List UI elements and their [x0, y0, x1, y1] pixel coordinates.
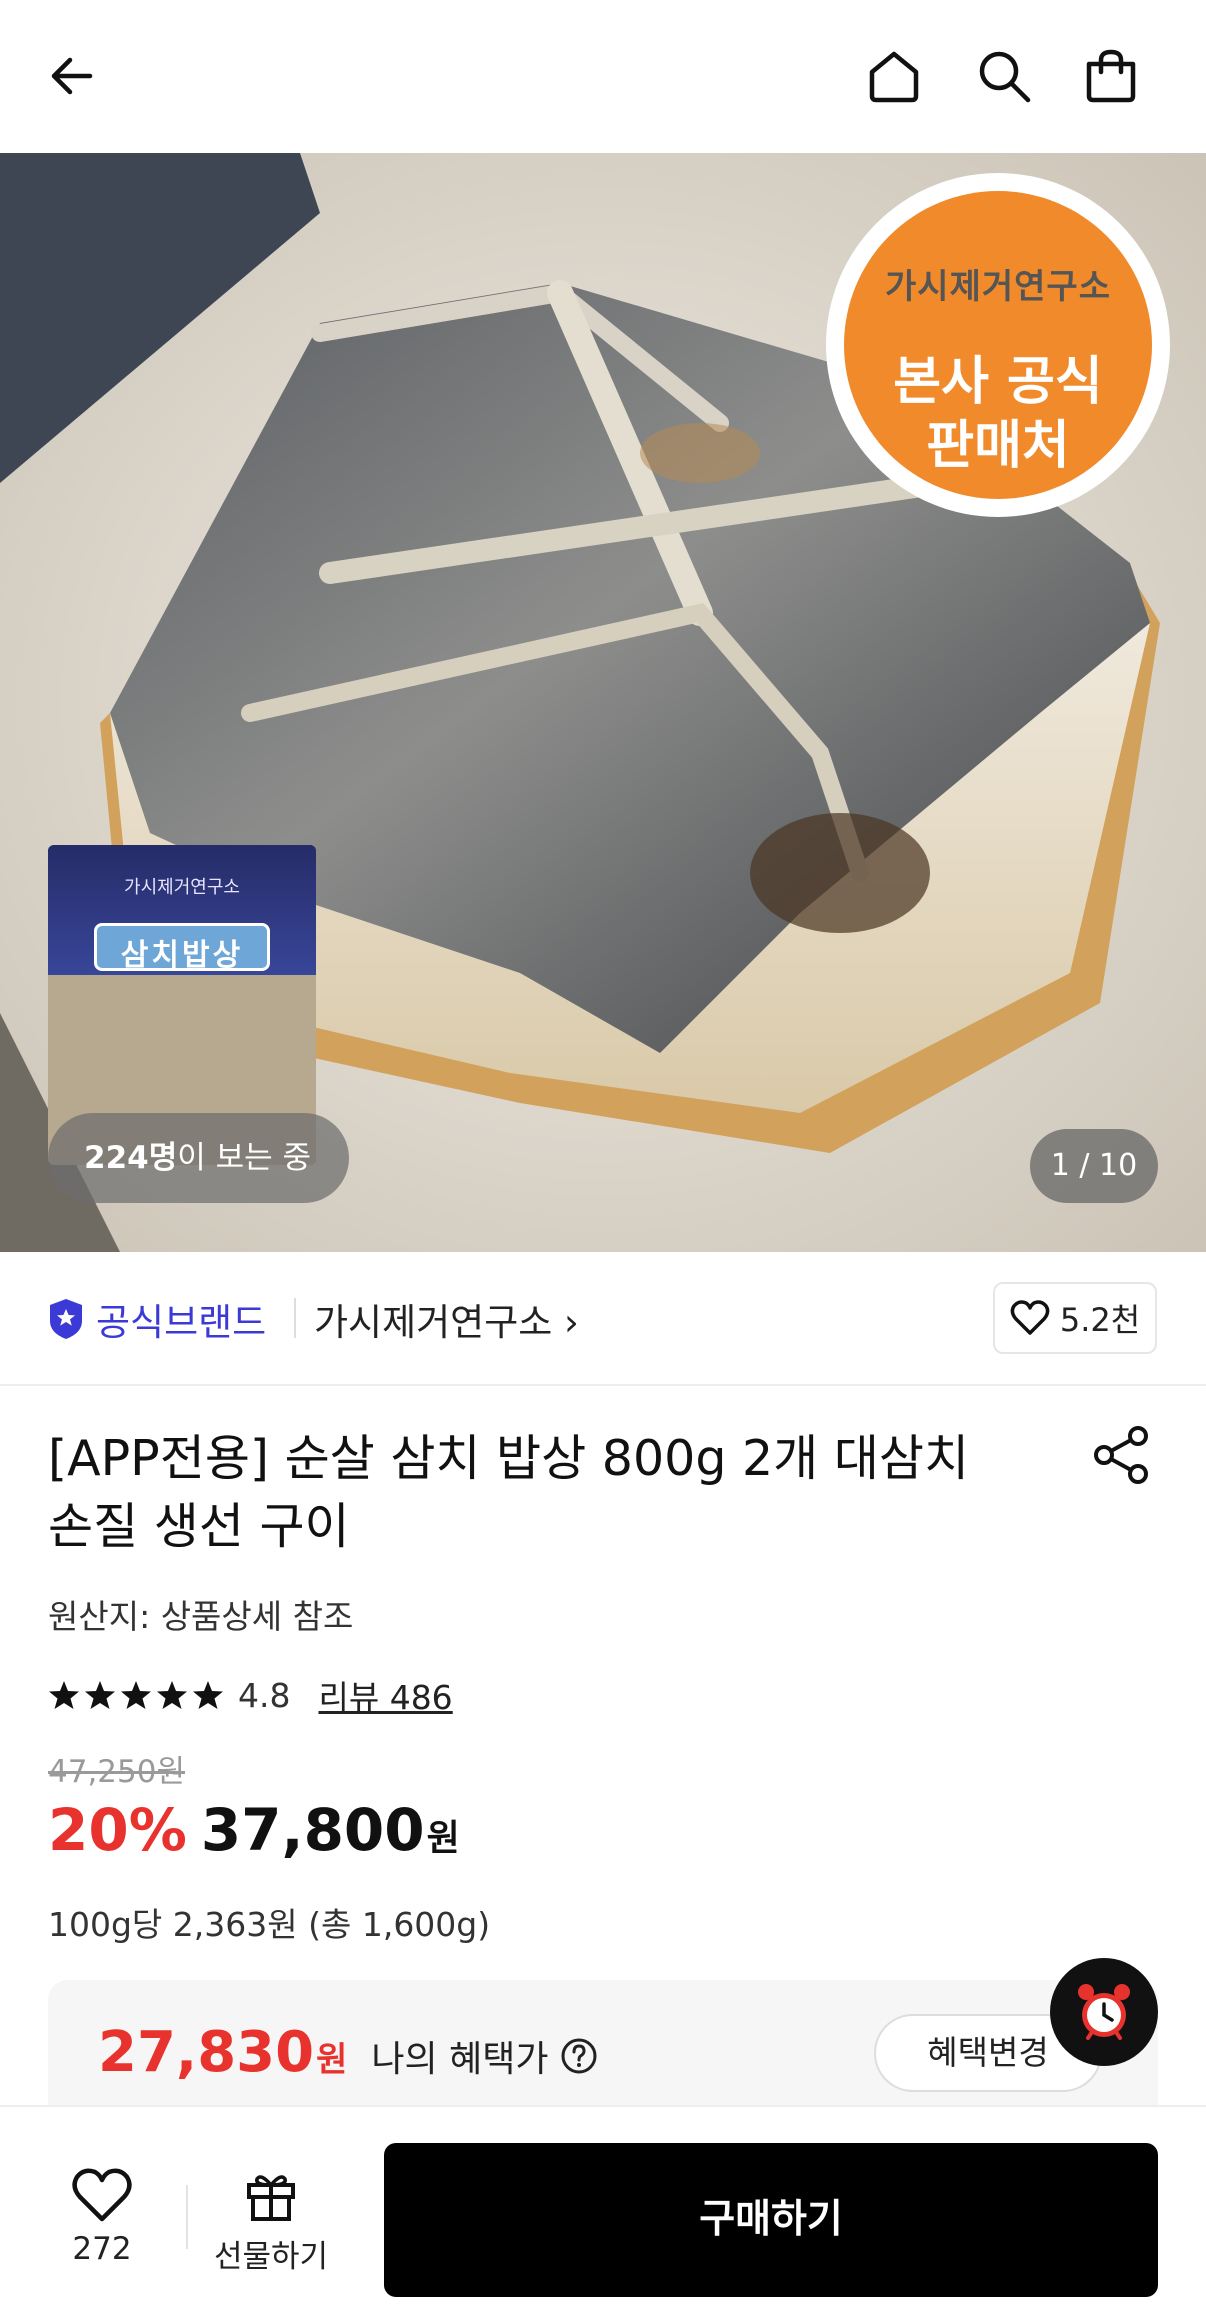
badge-brand-text: 가시제거연구소	[885, 267, 1111, 307]
official-badge-icon	[50, 1299, 82, 1339]
top-navigation-bar	[0, 0, 1206, 153]
price-currency: 원	[426, 1818, 460, 1859]
buy-button[interactable]: 구매하기	[384, 2143, 1158, 2297]
official-seller-badge: 가시제거연구소 본사 공식 판매처	[826, 173, 1170, 527]
viewers-suffix: 이 보는 중	[177, 1140, 312, 1176]
bottom-action-bar: 272 선물하기 구매하기	[0, 2105, 1206, 2307]
product-title: [APP전용] 순살 삼치 밥상 800g 2개 대삼치 손질 생선 구이	[48, 1430, 970, 1555]
divider	[186, 2185, 188, 2249]
divider	[294, 1298, 296, 1338]
brand-row: 공식브랜드 가시제거연구소 › 5.2천	[0, 1252, 1206, 1386]
search-button[interactable]	[964, 36, 1044, 116]
viewers-count: 224명	[84, 1140, 178, 1176]
benefit-price-row: 27,830 원 나의 혜택가	[98, 2020, 598, 2085]
cart-button[interactable]	[1071, 36, 1151, 116]
benefit-price: 27,830	[98, 2020, 315, 2085]
gift-icon	[247, 2175, 295, 2221]
product-image-carousel[interactable]: 가시제거연구소 본사 공식 판매처 가시제거연구소 삼치밥상 224명이 보는 …	[0, 153, 1206, 1252]
star-icon	[157, 1681, 187, 1709]
gift-label: 선물하기	[213, 2239, 329, 2275]
alarm-floating-button[interactable]	[1050, 1958, 1158, 2066]
back-button[interactable]	[32, 36, 112, 116]
star-icon	[49, 1681, 79, 1709]
wishlist-count: 272	[72, 2231, 132, 2267]
heart-icon	[1010, 1300, 1050, 1335]
viewers-badge: 224명이 보는 중	[48, 1113, 350, 1203]
sale-price: 37,800	[200, 1796, 425, 1864]
star-icon	[85, 1681, 115, 1709]
unit-price: 100g당 2,363원 (총 1,600g)	[48, 1905, 491, 1944]
search-icon	[979, 51, 1031, 103]
share-icon	[1094, 1426, 1148, 1484]
origin-info: 원산지: 상품상세 참조	[48, 1597, 354, 1636]
badge-line-2: 판매처	[926, 416, 1070, 476]
store-like-button[interactable]: 5.2천	[993, 1282, 1157, 1354]
star-icon	[193, 1681, 223, 1709]
home-button[interactable]	[854, 36, 934, 116]
benefit-price-currency: 원	[316, 2040, 348, 2080]
gift-button[interactable]: 선물하기	[206, 2169, 336, 2276]
star-icon	[121, 1681, 151, 1709]
official-brand-label: 공식브랜드	[96, 1301, 267, 1344]
carousel-page-indicator: 1 / 10	[1030, 1129, 1158, 1203]
store-link[interactable]: 가시제거연구소 ›	[314, 1292, 579, 1346]
official-brand-tag: 공식브랜드	[46, 1292, 266, 1346]
original-price: 47,250원	[48, 1754, 185, 1790]
heart-icon	[72, 2168, 132, 2222]
rating-value: 4.8	[238, 1675, 291, 1715]
benefit-price-label: 나의 혜택가	[371, 2039, 549, 2080]
help-icon[interactable]	[560, 2037, 598, 2075]
share-button[interactable]	[1088, 1422, 1154, 1488]
package-brand: 가시제거연구소	[124, 877, 240, 898]
review-link[interactable]: 리뷰 486	[318, 1671, 452, 1719]
benefit-price-box: 27,830 원 나의 혜택가 혜택변경	[48, 1980, 1158, 2120]
discount-rate: 20%	[48, 1796, 187, 1864]
price-row: 20% 37,800 원	[48, 1796, 460, 1864]
star-rating	[48, 1679, 224, 1711]
wishlist-button[interactable]: 272	[50, 2167, 154, 2267]
alarm-clock-icon	[1078, 1984, 1130, 2040]
package-title: 삼치밥상	[120, 938, 244, 973]
home-icon	[869, 51, 919, 103]
shopping-bag-icon	[1086, 49, 1136, 103]
store-like-count: 5.2천	[1059, 1301, 1141, 1339]
arrow-left-icon	[51, 57, 93, 95]
rating-row: 4.8 리뷰 486	[48, 1670, 453, 1720]
